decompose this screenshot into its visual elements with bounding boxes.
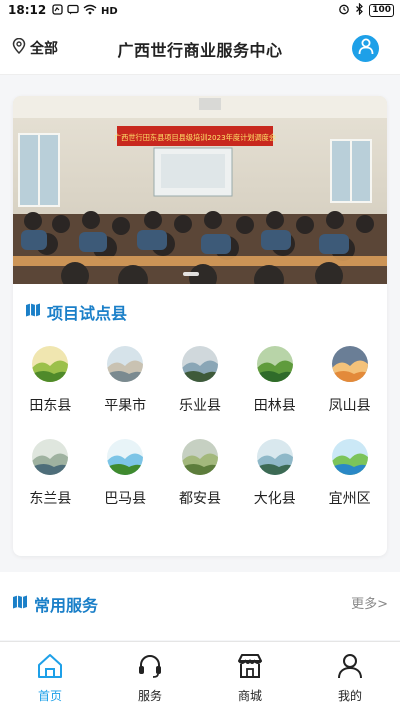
county-name: 凤山县 (328, 398, 371, 414)
county-thumbnail (181, 346, 218, 382)
wifi-icon (83, 4, 97, 18)
more-services-link[interactable]: 更多> (351, 593, 388, 612)
county-thumbnail (331, 439, 368, 475)
county-name: 平果市 (104, 398, 147, 414)
tab-store-label: 商城 (237, 689, 262, 703)
county-item[interactable]: 大化县 (237, 439, 312, 508)
services-section-header: 常用服务 (12, 592, 98, 616)
county-thumbnail (181, 439, 218, 475)
tab-service[interactable]: 服务 (100, 642, 200, 712)
banner-carousel[interactable]: 广西世行田东县项目县级培训2023年度计划调度会 (13, 96, 387, 284)
county-name: 东兰县 (29, 491, 72, 507)
county-item[interactable]: 田林县 (237, 346, 312, 415)
message-icon (67, 4, 79, 18)
county-thumbnail (107, 346, 144, 382)
store-icon (236, 653, 264, 683)
battery-indicator: 100 (369, 4, 394, 17)
county-name: 田东县 (29, 398, 72, 414)
county-item[interactable]: 乐业县 (163, 346, 238, 415)
tab-home-label: 首页 (37, 689, 62, 703)
county-item[interactable]: 平果市 (88, 346, 163, 415)
profile-button[interactable] (352, 35, 379, 62)
county-name: 田林县 (253, 398, 296, 414)
county-item[interactable]: 田东县 (13, 346, 88, 415)
county-thumbnail (32, 346, 69, 382)
network-type: HD (101, 5, 118, 17)
common-services-section: 常用服务 更多> (0, 572, 400, 640)
county-thumbnail (107, 439, 144, 475)
banner-image: 广西世行田东县项目县级培训2023年度计划调度会 (13, 96, 387, 284)
pilot-card: 广西世行田东县项目县级培训2023年度计划调度会 项目试点县 田东县 平果市 乐… (13, 96, 387, 556)
county-item[interactable]: 都安县 (163, 439, 238, 508)
notification-icon (52, 4, 63, 18)
user-avatar-icon (358, 38, 374, 59)
bottom-tab-bar: 首页 服务 商城 我的 (0, 641, 400, 712)
headset-icon (136, 653, 164, 683)
page-title: 广西世行商业服务中心 (117, 41, 283, 60)
tab-mine[interactable]: 我的 (300, 642, 400, 712)
county-item[interactable]: 东兰县 (13, 439, 88, 508)
app-header: 全部 广西世行商业服务中心 (0, 22, 400, 75)
tab-mine-label: 我的 (337, 689, 362, 703)
county-thumbnail (256, 346, 293, 382)
county-name: 巴马县 (104, 491, 147, 507)
pilot-section-title: 项目试点县 (47, 304, 128, 323)
county-name: 乐业县 (178, 398, 221, 414)
county-grid: 田东县 平果市 乐业县 田林县 凤山县东兰县 巴马县 都安县 大化县 宜州区 (13, 346, 387, 508)
county-item[interactable]: 凤山县 (312, 346, 387, 415)
banner-sign-text: 广西世行田东县项目县级培训2023年度计划调度会 (114, 133, 276, 142)
map-icon (25, 302, 41, 322)
county-thumbnail (331, 346, 368, 382)
county-thumbnail (256, 439, 293, 475)
bluetooth-icon (355, 2, 364, 18)
county-item[interactable]: 宜州区 (312, 439, 387, 508)
home-icon (36, 653, 64, 683)
status-time: 18:12 (8, 3, 47, 17)
alarm-icon (338, 3, 350, 18)
county-name: 都安县 (178, 491, 221, 507)
tab-home[interactable]: 首页 (0, 642, 100, 712)
map-icon (12, 594, 28, 614)
status-bar: 18:12 HD 100 (0, 0, 400, 22)
county-item[interactable]: 巴马县 (88, 439, 163, 508)
county-name: 宜州区 (328, 491, 371, 507)
pilot-section-header: 项目试点县 (25, 300, 127, 324)
tab-store[interactable]: 商城 (200, 642, 300, 712)
tab-service-label: 服务 (137, 689, 162, 703)
user-icon (336, 653, 364, 683)
county-name: 大化县 (253, 491, 296, 507)
services-section-title: 常用服务 (34, 596, 99, 615)
carousel-indicator (183, 272, 199, 276)
county-thumbnail (32, 439, 69, 475)
